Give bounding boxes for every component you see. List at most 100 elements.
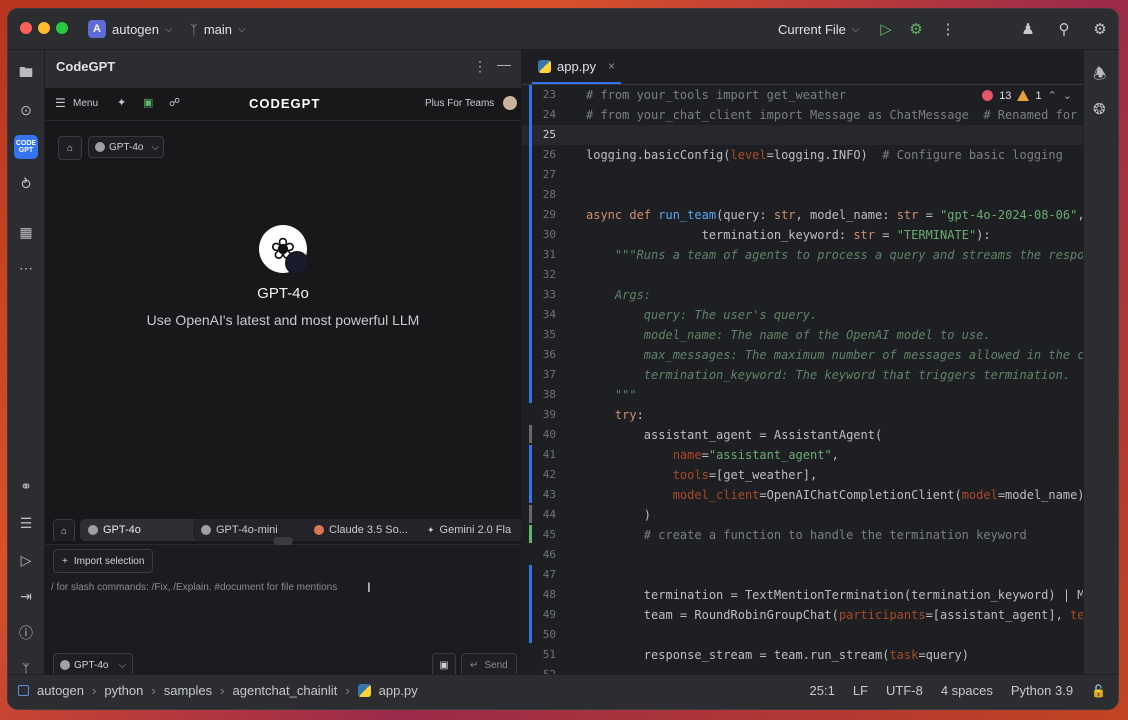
branch-selector[interactable]: ᛉ main ⌵ — [190, 18, 246, 40]
add-user-icon[interactable]: ♟ — [1018, 19, 1038, 39]
run-panel-icon[interactable]: ▷ — [14, 548, 38, 572]
change-marker[interactable] — [529, 525, 532, 543]
chevron-down-icon[interactable]: ⌄ — [1063, 89, 1072, 102]
more-tools-icon[interactable]: ⋯ — [14, 256, 38, 280]
resize-handle[interactable] — [273, 537, 293, 545]
code-line[interactable]: 25 — [522, 125, 1084, 145]
more-options-icon[interactable]: ⋮ — [938, 19, 958, 39]
code-line[interactable]: 31 """Runs a team of agents to process a… — [522, 245, 1084, 265]
change-marker[interactable] — [529, 85, 532, 403]
structure-icon[interactable]: ▦ — [14, 220, 38, 244]
lock-icon[interactable]: 🔓 — [1091, 684, 1106, 698]
commit-icon[interactable]: ⊙ — [14, 98, 38, 122]
menu-label[interactable]: Menu — [73, 98, 98, 109]
change-marker[interactable] — [529, 505, 532, 523]
change-marker[interactable] — [529, 445, 532, 503]
chat-input[interactable]: / for slash commands: /Fix, /Explain. #d… — [51, 582, 337, 593]
settings-icon[interactable]: ⚙ — [1090, 19, 1110, 39]
code-line[interactable]: 35 model_name: The name of the OpenAI mo… — [522, 325, 1084, 345]
terminal-icon[interactable]: ⇥ — [14, 584, 38, 608]
panel-options-icon[interactable]: ⋮ — [473, 58, 487, 75]
code-line[interactable]: 49 team = RoundRobinGroupChat(participan… — [522, 605, 1084, 625]
python-console-icon[interactable]: ⚭ — [14, 474, 38, 498]
code-line[interactable]: 37 termination_keyword: The keyword that… — [522, 365, 1084, 385]
code-line[interactable]: 34 query: The user's query. — [522, 305, 1084, 325]
home-button[interactable]: ⌂ — [58, 136, 82, 160]
close-window-button[interactable] — [20, 22, 32, 34]
code-line[interactable]: 33 Args: — [522, 285, 1084, 305]
tab-app-py[interactable]: app.py × — [532, 50, 622, 84]
breadcrumb-item[interactable]: app.py — [379, 683, 418, 698]
project-selector[interactable]: A autogen ⌵ — [88, 18, 173, 40]
sparkle-icon[interactable]: ✦ — [117, 96, 126, 109]
pull-requests-icon[interactable]: ⥁ — [14, 172, 38, 196]
import-selection-label: Import selection — [73, 555, 145, 567]
ai-assistant-icon[interactable]: ❂ — [1093, 100, 1106, 118]
line-number: 45 — [542, 528, 556, 541]
code-line[interactable]: 38 """ — [522, 385, 1084, 405]
home-button[interactable]: ⌂ — [53, 519, 75, 541]
code-line[interactable]: 36 max_messages: The maximum number of m… — [522, 345, 1084, 365]
close-tab-icon[interactable]: × — [608, 59, 615, 73]
code-line[interactable]: 29 async def run_team(query: str, model_n… — [522, 205, 1084, 225]
search-icon[interactable]: ⚲ — [1054, 19, 1074, 39]
inspection-widget[interactable]: 13 1 ⌃ ⌄ — [978, 87, 1076, 104]
plus-for-teams-link[interactable]: Plus For Teams — [425, 98, 494, 109]
code-line[interactable]: 32 — [522, 265, 1084, 285]
model-selector[interactable]: GPT-4o ⌵ — [88, 136, 164, 158]
code-line[interactable]: 27 — [522, 165, 1084, 185]
run-config-selector[interactable]: Current File ⌵ — [778, 18, 860, 40]
code-line[interactable]: 43 model_client=OpenAIChatCompletionClie… — [522, 485, 1084, 505]
line-separator[interactable]: LF — [853, 683, 868, 698]
code-area[interactable]: 13 1 ⌃ ⌄ 23 # from your_tools import get_… — [522, 85, 1084, 674]
code-line[interactable]: 51 response_stream = team.run_stream(tas… — [522, 645, 1084, 665]
code-line[interactable]: 40 assistant_agent = AssistantAgent( — [522, 425, 1084, 445]
code-line[interactable]: 48 termination = TextMentionTermination(… — [522, 585, 1084, 605]
breadcrumb-item[interactable]: autogen — [37, 683, 84, 698]
code-line[interactable]: 52 — [522, 665, 1084, 674]
file-encoding[interactable]: UTF-8 — [886, 683, 923, 698]
graph-icon[interactable]: ☍ — [169, 96, 180, 109]
code-line[interactable]: 50 — [522, 625, 1084, 645]
code-line[interactable]: 41 name="assistant_agent", — [522, 445, 1084, 465]
code-line[interactable]: 44 ) — [522, 505, 1084, 525]
debug-icon[interactable]: ⚙ — [906, 19, 926, 39]
screenshot-icon[interactable]: ▣ — [143, 96, 153, 109]
code-line[interactable]: 45 # create a function to handle the ter… — [522, 525, 1084, 545]
hide-panel-icon[interactable]: — — [497, 56, 511, 72]
codegpt-tool-icon[interactable]: CODE GPT — [14, 135, 38, 159]
import-selection-button[interactable]: + Import selection — [53, 549, 154, 573]
breadcrumb-item[interactable]: samples — [164, 683, 212, 698]
project-folder-icon[interactable]: 🖿 — [14, 62, 38, 86]
minimize-window-button[interactable] — [38, 22, 50, 34]
code-line[interactable]: 26 logging.basicConfig(level=logging.INFO… — [522, 145, 1084, 165]
caret-position[interactable]: 25:1 — [810, 683, 835, 698]
problems-icon[interactable]: ⓘ — [14, 621, 38, 645]
layers-icon[interactable]: ☰ — [14, 511, 38, 535]
code-line[interactable]: 46 — [522, 545, 1084, 565]
code-line[interactable]: 24 # from your_chat_client import Message… — [522, 105, 1084, 125]
model-chip[interactable]: Claude 3.5 So... — [306, 519, 428, 541]
change-marker[interactable] — [529, 565, 532, 643]
zoom-window-button[interactable] — [56, 22, 68, 34]
code-line[interactable]: 39 try: — [522, 405, 1084, 425]
breadcrumb-item[interactable]: python — [104, 683, 143, 698]
text-cursor-icon: I — [367, 579, 371, 595]
run-icon[interactable]: ▷ — [876, 19, 896, 39]
breadcrumb-item[interactable]: agentchat_chainlit — [233, 683, 338, 698]
model-chip[interactable]: ✦ Gemini 2.0 Fla — [419, 519, 521, 541]
model-chip[interactable]: GPT-4o-mini — [193, 519, 315, 541]
code-line[interactable]: 28 — [522, 185, 1084, 205]
project-name: autogen — [112, 21, 159, 37]
user-avatar[interactable] — [503, 96, 517, 110]
chevron-up-icon[interactable]: ⌃ — [1048, 89, 1057, 102]
code-line[interactable]: 47 — [522, 565, 1084, 585]
python-interpreter[interactable]: Python 3.9 — [1011, 683, 1073, 698]
indent-setting[interactable]: 4 spaces — [941, 683, 993, 698]
model-chip[interactable]: GPT-4o — [80, 519, 202, 541]
change-marker[interactable] — [529, 425, 532, 443]
hamburger-icon[interactable]: ☰ — [55, 96, 66, 110]
code-line[interactable]: 42 tools=[get_weather], — [522, 465, 1084, 485]
code-line[interactable]: 30 termination_keyword: str = "TERMINATE… — [522, 225, 1084, 245]
notifications-icon[interactable]: 🕭 — [1093, 64, 1106, 89]
